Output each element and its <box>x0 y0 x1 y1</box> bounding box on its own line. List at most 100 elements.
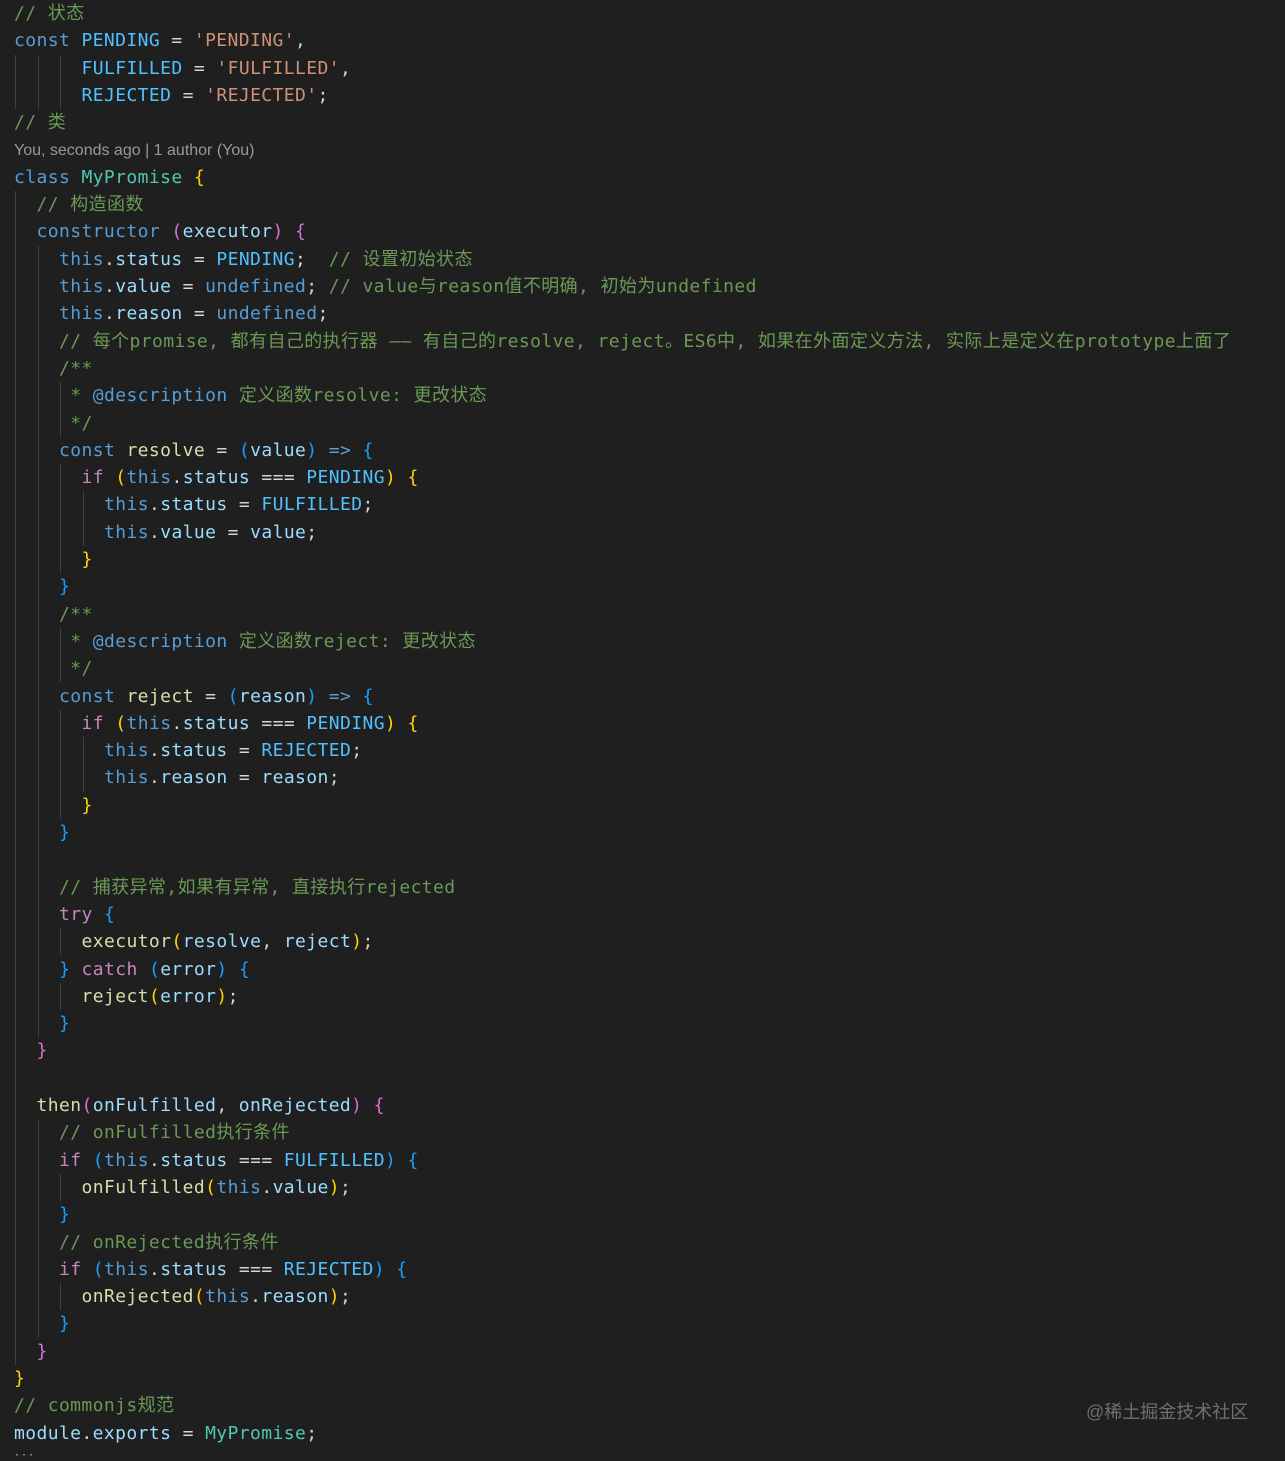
code-line[interactable]: this.reason = reason; <box>104 764 340 791</box>
code-token: this <box>59 248 104 270</box>
code-line[interactable]: // onRejected执行条件 <box>59 1229 279 1256</box>
code-line[interactable]: */ <box>70 655 92 682</box>
code-token: onRejected <box>238 1095 352 1116</box>
code-token: reject <box>283 931 352 953</box>
code-token: ( <box>227 685 239 707</box>
code-line[interactable]: if (this.status === PENDING) { <box>82 464 419 491</box>
code-token: ; <box>362 494 374 516</box>
code-token: ( <box>92 1149 104 1171</box>
code-line[interactable]: this.status = PENDING; // 设置初始状态 <box>59 246 473 273</box>
code-line[interactable]: this.value = value; <box>104 519 318 546</box>
code-line[interactable]: // 构造函数 <box>37 191 144 218</box>
code-editor[interactable]: // 状态 const PENDING = 'PENDING', FULFILLED… <box>0 0 1285 1461</box>
code-token: resolve <box>126 439 206 461</box>
code-line[interactable]: } <box>82 792 93 819</box>
code-token: status <box>160 740 228 762</box>
code-token: . <box>103 276 116 297</box>
code-token: value <box>272 1176 329 1198</box>
code-line[interactable]: } <box>37 1037 48 1064</box>
code-token: ) <box>384 712 397 734</box>
code-token: reason <box>261 1286 329 1308</box>
code-line[interactable]: REJECTED = 'REJECTED'; <box>82 82 329 109</box>
code-token: ( <box>238 439 251 461</box>
code-token: === <box>250 467 307 489</box>
git-blame-codelens[interactable]: You, seconds ago | 1 author (You) <box>14 137 254 164</box>
code-line[interactable]: try { <box>59 901 115 928</box>
code-token: . <box>148 521 161 543</box>
code-line[interactable]: } <box>82 546 93 573</box>
code-line[interactable]: } <box>59 1010 70 1037</box>
code-token: } <box>59 1013 71 1035</box>
code-token: status <box>160 1258 228 1280</box>
code-line[interactable]: } <box>59 1201 70 1228</box>
code-token: 'FULFILLED' <box>216 57 340 79</box>
code-token: . <box>261 1176 273 1198</box>
code-line[interactable]: FULFILLED = 'FULFILLED', <box>82 55 352 82</box>
code-line[interactable]: * @description 定义函数reject: 更改状态 <box>70 628 476 655</box>
code-line[interactable]: if (this.status === FULFILLED) { <box>59 1147 419 1174</box>
code-line[interactable]: module.exports = MyPromise; <box>14 1420 317 1447</box>
code-line[interactable]: } <box>59 573 70 600</box>
code-token: = <box>182 57 217 79</box>
code-token: = <box>171 1422 206 1444</box>
code-line[interactable]: // 类 <box>14 109 66 136</box>
code-token: . <box>148 740 161 762</box>
code-line[interactable]: reject(error); <box>82 983 239 1010</box>
code-line[interactable]: /** <box>59 601 93 628</box>
code-token: value <box>160 521 217 543</box>
code-line[interactable]: // 捕获异常,如果有异常, 直接执行rejected <box>59 874 456 901</box>
code-line[interactable]: if (this.status === REJECTED) { <box>59 1256 407 1283</box>
code-token: error <box>160 985 217 1007</box>
code-line[interactable]: class MyPromise { <box>14 164 205 191</box>
code-line[interactable]: } <box>59 819 70 846</box>
code-line[interactable]: // 状态 <box>14 0 85 27</box>
code-line[interactable]: onFulfilled(this.value); <box>82 1174 352 1201</box>
code-token: { <box>407 467 419 489</box>
code-line[interactable]: const resolve = (value) => { <box>59 437 374 464</box>
code-token: reason <box>238 685 307 707</box>
code-token: @description <box>92 630 228 652</box>
code-line[interactable]: this.status = REJECTED; <box>104 737 363 764</box>
code-token: resolve <box>182 931 262 953</box>
code-line[interactable]: // 每个promise, 都有自己的执行器 —— 有自己的resolve, r… <box>59 328 1231 355</box>
code-token: } <box>81 794 93 816</box>
code-token: = <box>171 84 206 106</box>
code-line[interactable]: } <box>59 1310 70 1337</box>
code-token: PENDING <box>216 248 296 270</box>
code-token: // onFulfilled执行条件 <box>59 1122 290 1144</box>
code-token: @description <box>92 385 228 407</box>
code-line[interactable]: then(onFulfilled, onRejected) { <box>37 1092 385 1119</box>
code-line[interactable]: /** <box>59 355 93 382</box>
code-line[interactable]: executor(resolve, reject); <box>82 928 374 955</box>
code-token: } <box>14 1368 26 1389</box>
code-token: => <box>328 685 352 707</box>
code-line[interactable]: } <box>14 1365 25 1392</box>
code-token: ( <box>115 712 127 734</box>
code-line[interactable]: } catch (error) { <box>59 956 250 983</box>
code-line[interactable]: const PENDING = 'PENDING', <box>14 27 306 54</box>
code-line[interactable]: const reject = (reason) => { <box>59 683 374 710</box>
code-line[interactable]: onRejected(this.reason); <box>82 1283 352 1310</box>
code-line[interactable]: * @description 定义函数resolve: 更改状态 <box>70 382 487 409</box>
code-line[interactable]: // commonjs规范 <box>14 1392 174 1419</box>
code-line[interactable]: // onFulfilled执行条件 <box>59 1119 290 1146</box>
code-line[interactable]: this.value = undefined; // value与reason值… <box>59 273 757 300</box>
code-line[interactable]: if (this.status === PENDING) { <box>82 710 419 737</box>
code-token: this <box>59 276 104 297</box>
code-token: . <box>171 467 183 489</box>
code-line[interactable]: this.reason = undefined; <box>59 300 329 327</box>
code-token: = <box>227 740 262 762</box>
code-line[interactable]: */ <box>70 410 92 437</box>
code-token: => <box>328 439 352 461</box>
code-line[interactable]: constructor (executor) { <box>37 218 307 245</box>
code-line[interactable]: } <box>37 1338 48 1365</box>
code-line[interactable]: this.status = FULFILLED; <box>104 491 374 518</box>
